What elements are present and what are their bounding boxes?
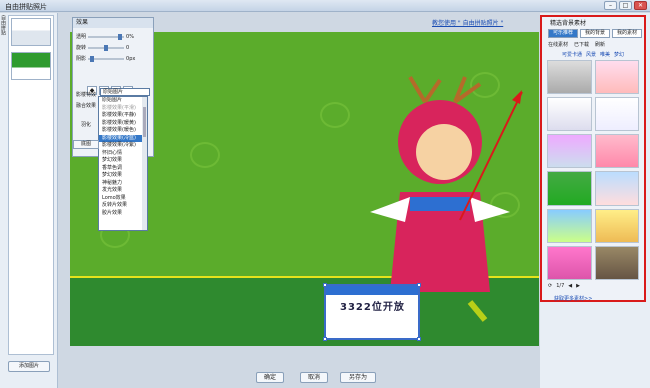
prev-page-button[interactable]: ◀	[568, 283, 572, 289]
resize-handle[interactable]	[417, 337, 421, 341]
radio-downloaded[interactable]: 已下载	[574, 41, 589, 48]
add-photo-button[interactable]: 添加图片	[8, 361, 50, 372]
left-panel: 自由拼贴 添加图片	[0, 13, 58, 388]
blend-label: 融合效果	[76, 103, 97, 109]
dropdown-option[interactable]: Lomo效果	[99, 195, 147, 203]
left-tab[interactable]: 自由拼贴	[0, 15, 7, 95]
background-thumbnail[interactable]	[594, 60, 639, 95]
title-bar: 自由拼贴照片 – □ ✕	[0, 0, 650, 12]
effect-label: 影楼特效	[76, 92, 97, 98]
apple-decoration	[320, 102, 350, 128]
dropdown-option[interactable]: 梦幻效果	[99, 157, 147, 165]
tab-recommended[interactable]: 可乐推荐	[548, 29, 578, 38]
opacity-slider-row[interactable]: 透明 0%	[76, 33, 134, 40]
background-thumbnail[interactable]	[594, 134, 639, 169]
dropdown-option[interactable]: 反转片效果	[99, 202, 147, 210]
tab-my-backgrounds[interactable]: 我的背景	[580, 29, 610, 38]
dropdown-option-selected[interactable]: 影楼效果(冷蓝)	[99, 134, 147, 142]
dropdown-option[interactable]: 怀旧心情	[99, 150, 147, 158]
dropdown-option[interactable]: 梦幻效果	[99, 172, 147, 180]
bottom-bar: 确定 取消 另存为	[70, 370, 539, 388]
category-beauty[interactable]: 唯美	[600, 51, 610, 58]
background-thumbnail[interactable]	[547, 208, 592, 243]
close-button[interactable]: ✕	[634, 1, 647, 10]
pager: ⟳ 1/7 ◀ ▶	[548, 283, 580, 289]
next-page-button[interactable]: ▶	[576, 283, 580, 289]
resize-handle[interactable]	[323, 283, 327, 287]
window-title: 自由拼贴照片	[5, 3, 47, 11]
save-as-button[interactable]: 另存为	[340, 372, 376, 383]
apple-decoration	[190, 142, 220, 168]
background-thumbnail[interactable]	[547, 171, 592, 206]
help-link[interactable]: 教您使用 " 自由拼贴照片 "	[432, 18, 503, 27]
dropdown-option[interactable]: 影楼效果(冷紫)	[99, 142, 147, 150]
cancel-button[interactable]: 取消	[300, 372, 328, 383]
dropdown-option[interactable]: 影楼效果(平滑)	[99, 105, 147, 113]
right-panel: 精选背景素材 可乐推荐 我的背景 我的素材 在线素材 已下载 刷新 可爱卡通 风…	[540, 13, 650, 388]
effects-title: 效果	[73, 18, 153, 28]
effect-dropdown-list[interactable]: 原始图片 影楼效果(平滑) 影楼效果(平静) 影楼效果(暖黄) 影楼效果(暖色)…	[98, 96, 148, 231]
dropdown-option[interactable]: 香草色调	[99, 165, 147, 173]
radio-online[interactable]: 在线素材	[548, 41, 568, 48]
dropdown-option[interactable]: 影楼效果(平静)	[99, 112, 147, 120]
dropdown-option[interactable]: 影楼效果(暖色)	[99, 127, 147, 135]
background-thumbnail[interactable]	[547, 134, 592, 169]
more-materials-link[interactable]: 获取更多素材>>	[554, 295, 592, 302]
screenshot-text: 3322位开放	[340, 302, 405, 313]
dropdown-option[interactable]: 影楼效果(暖黄)	[99, 120, 147, 128]
background-thumbnail[interactable]	[547, 97, 592, 132]
dropdown-option[interactable]: 胶片效果	[99, 210, 147, 218]
background-thumbnail[interactable]	[594, 245, 639, 280]
photo-list[interactable]	[8, 15, 54, 355]
background-thumbnail[interactable]	[547, 60, 592, 95]
minimize-button[interactable]: –	[604, 1, 617, 10]
resize-handle[interactable]	[417, 283, 421, 287]
category-dream[interactable]: 梦幻	[614, 51, 624, 58]
blend-small-label: 羽化	[81, 122, 92, 128]
resize-handle[interactable]	[323, 337, 327, 341]
dropdown-option[interactable]: 原始图片	[99, 97, 147, 105]
base-image-button[interactable]: 底图	[73, 140, 99, 149]
maximize-button[interactable]: □	[619, 1, 632, 10]
photo-thumbnail[interactable]	[11, 52, 51, 80]
background-thumbnail[interactable]	[547, 245, 592, 280]
shadow-slider-row[interactable]: 阴影 0px	[76, 55, 135, 62]
background-thumbnail[interactable]	[594, 208, 639, 243]
material-title: 精选背景素材	[550, 20, 587, 27]
material-panel: 精选背景素材 可乐推荐 我的背景 我的素材 在线素材 已下载 刷新 可爱卡通 风…	[540, 15, 646, 302]
refresh-icon[interactable]: ⟳	[548, 283, 552, 289]
ok-button[interactable]: 确定	[256, 372, 284, 383]
category-landscape[interactable]: 风景	[586, 51, 596, 58]
tab-my-materials[interactable]: 我的素材	[612, 29, 642, 38]
background-thumbnail[interactable]	[594, 171, 639, 206]
selected-screenshot-image[interactable]: 3322位开放	[323, 283, 421, 341]
refresh-button[interactable]: 刷新	[595, 41, 605, 48]
effect-select[interactable]: 原始图片	[100, 88, 150, 96]
rotate-slider-row[interactable]: 旋转 0	[76, 44, 129, 51]
page-indicator: 1/7	[556, 283, 565, 289]
category-cartoon[interactable]: 可爱卡通	[562, 51, 582, 58]
dropdown-option[interactable]: 神秘魅力	[99, 180, 147, 188]
dropdown-scrollbar[interactable]	[142, 97, 147, 230]
photo-thumbnail[interactable]	[11, 18, 51, 46]
background-thumbnail[interactable]	[594, 97, 639, 132]
dropdown-option[interactable]: 发光效果	[99, 187, 147, 195]
background-thumbnail-grid	[547, 60, 639, 280]
